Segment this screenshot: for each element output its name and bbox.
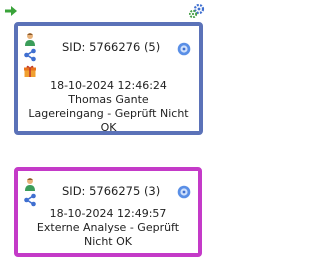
datetime-text: 18-10-2024 12:46:24 [50, 79, 167, 92]
share-icon[interactable] [23, 193, 37, 207]
card-details: 18-10-2024 12:49:57 Externe Analyse - Ge… [18, 207, 198, 249]
sid-label: SID: 5766276 (5) [62, 40, 161, 54]
status-text: Externe Analyse - Geprüft Nicht OK [36, 221, 180, 248]
user-icon [25, 33, 35, 46]
toolbar [0, 0, 212, 22]
datetime-text: 18-10-2024 12:49:57 [49, 207, 167, 220]
order-card[interactable]: SID: 5766275 (3) 18-10-2024 12:49:57 Ext… [14, 167, 202, 257]
disc-icon[interactable] [177, 42, 191, 56]
person-name: Thomas Gante [68, 93, 149, 106]
status-text: Lagereingang - Geprüft Nicht OK [28, 107, 189, 134]
order-card[interactable]: SID: 5766276 (5) 18-10-2024 12:46:24 Tho… [14, 22, 203, 135]
arrow-right-icon[interactable] [4, 6, 18, 16]
gift-box-icon [24, 65, 36, 77]
card-icon-column [23, 177, 37, 209]
sid-label: SID: 5766275 (3) [62, 184, 161, 198]
card-icon-column [23, 32, 37, 80]
gears-icon[interactable] [189, 4, 205, 18]
card-details: 18-10-2024 12:46:24 Thomas Gante Lagerei… [18, 79, 199, 135]
user-icon [25, 178, 35, 191]
share-icon[interactable] [23, 48, 37, 62]
disc-icon[interactable] [177, 185, 191, 199]
